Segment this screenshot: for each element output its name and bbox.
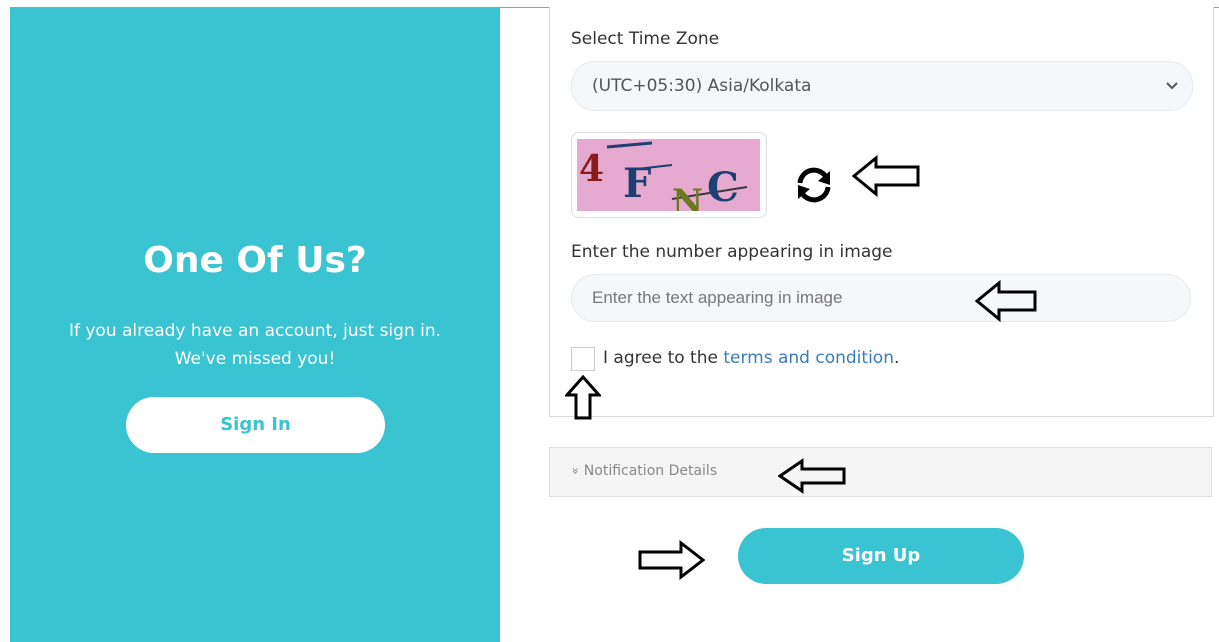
agree-prefix: I agree to the — [603, 348, 724, 368]
agree-checkbox[interactable] — [571, 347, 595, 371]
notification-text: Notification Details — [583, 463, 718, 479]
terms-link[interactable]: terms and condition — [723, 348, 894, 368]
annotation-arrow-up-icon — [565, 375, 601, 420]
agree-text: I agree to the terms and condition. — [603, 348, 899, 368]
captcha-char-4: C — [707, 164, 739, 211]
left-message: If you already have an account, just sig… — [10, 317, 500, 373]
sign-up-button[interactable]: Sign Up — [738, 528, 1024, 584]
left-message-line-1: If you already have an account, just sig… — [68, 321, 442, 341]
left-message-line-2: We've missed you! — [174, 349, 336, 369]
captcha-image: 4 F N C — [577, 139, 760, 211]
chevron-down-icon — [1166, 82, 1178, 90]
timezone-label: Select Time Zone — [571, 29, 720, 49]
double-chevron-down-icon: » — [568, 467, 583, 475]
notification-details-toggle[interactable]: » Notification Details — [549, 447, 1212, 497]
agree-suffix: . — [893, 348, 900, 368]
captcha-char-2: F — [623, 160, 651, 207]
annotation-arrow-left-icon — [778, 458, 846, 494]
captcha-char-3: N — [672, 182, 703, 211]
left-panel: One Of Us? If you already have an accoun… — [10, 7, 500, 642]
refresh-icon[interactable] — [794, 165, 834, 205]
sign-in-button[interactable]: Sign In — [126, 397, 385, 453]
timezone-value: (UTC+05:30) Asia/Kolkata — [592, 76, 812, 96]
annotation-arrow-right-icon — [638, 540, 705, 580]
captcha-char-1: 4 — [579, 148, 604, 190]
annotation-arrow-left-icon — [852, 155, 920, 197]
timezone-select[interactable]: (UTC+05:30) Asia/Kolkata — [571, 61, 1193, 111]
captcha-input[interactable] — [571, 274, 1191, 322]
left-title: One Of Us? — [143, 240, 367, 281]
annotation-arrow-left-icon — [975, 280, 1037, 322]
captcha-label: Enter the number appearing in image — [571, 242, 893, 262]
captcha-box: 4 F N C — [571, 132, 767, 218]
notification-label: » Notification Details — [568, 463, 718, 479]
form-card: Select Time Zone (UTC+05:30) Asia/Kolkat… — [549, 7, 1214, 417]
